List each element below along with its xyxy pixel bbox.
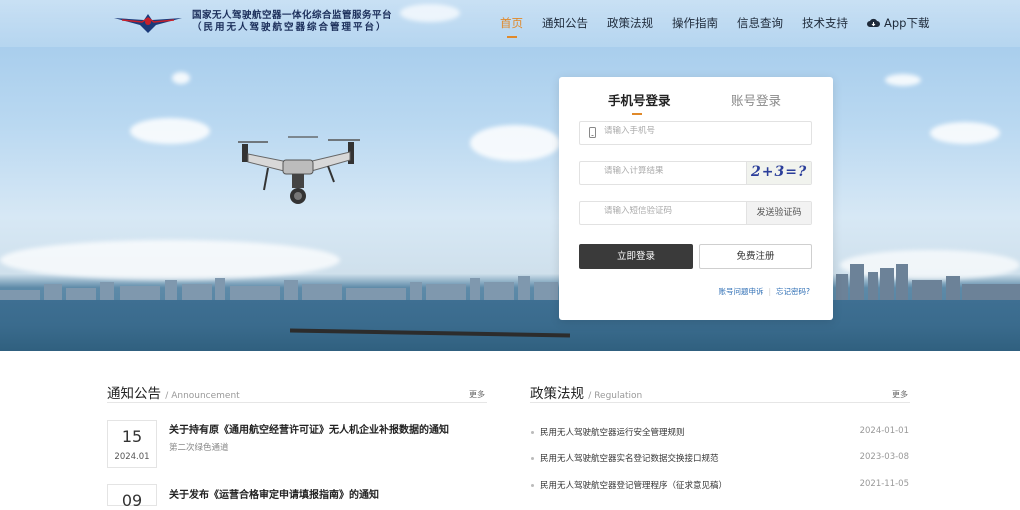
phone-input[interactable] (604, 126, 754, 136)
app-download-label: App下载 (884, 16, 930, 30)
notices-section-title: 通知公告 / Announcement (107, 382, 240, 402)
policy-title: 民用无人驾驶航空器运行安全管理规则 (540, 428, 685, 438)
notice-day: 09 (121, 491, 143, 510)
forgot-password-link[interactable]: 忘记密码? (776, 287, 810, 296)
hero-banner (0, 0, 1020, 351)
policies-section-title: 政策法规 / Regulation (530, 382, 642, 402)
notice-title-link[interactable]: 关于发布《运营合格审定申请填报指南》的通知 (169, 486, 379, 501)
tab-phone-login[interactable]: 手机号登录 (608, 90, 671, 115)
register-button[interactable]: 免费注册 (699, 244, 812, 269)
cloud (470, 125, 560, 161)
policy-date: 2024-01-01 (859, 426, 909, 436)
cloud (172, 72, 190, 84)
notice-date-box: 15 2024.01 (107, 420, 157, 468)
bullet-icon (531, 457, 534, 460)
policies-title: 政策法规 (530, 386, 584, 402)
divider (107, 402, 487, 403)
bullet-icon (531, 484, 534, 487)
drone-image (238, 136, 360, 204)
tab-account-login[interactable]: 账号登录 (731, 90, 781, 109)
mobile-phone-icon (589, 127, 596, 138)
logo-line2: （民用无人驾驶航空器综合管理平台） (192, 22, 388, 33)
divider (530, 402, 910, 403)
nav-app-download[interactable]: App下载 (867, 15, 929, 31)
site-logo[interactable]: 国家无人驾驶航空器一体化综合监管服务平台 （民用无人驾驶航空器综合管理平台） (112, 9, 392, 35)
notices-more-link[interactable]: 更多 (469, 389, 485, 400)
notices-title-en-text: Announcement (171, 391, 240, 401)
policies-title-en-text: Regulation (594, 391, 643, 401)
policy-item[interactable]: 民用无人驾驶航空器实名登记数据交换接口规范 2023-03-08 (531, 452, 909, 464)
captcha-image[interactable]: 2+3=? (746, 162, 811, 184)
calc-answer-input[interactable] (604, 166, 754, 176)
notice-year-month: 2024.01 (114, 452, 150, 462)
notices-title-en: / Announcement (165, 391, 240, 401)
policy-date: 2021-11-05 (859, 479, 909, 489)
sms-code-input[interactable] (604, 206, 754, 216)
top-header: 国家无人驾驶航空器一体化综合监管服务平台 （民用无人驾驶航空器综合管理平台） 首… (0, 0, 1020, 47)
main-nav: 首页 通知公告 政策法规 操作指南 信息查询 技术支持 App下载 (500, 15, 948, 38)
policies-more-link[interactable]: 更多 (892, 389, 908, 400)
notice-date-box: 09 (107, 484, 157, 510)
captcha-text: 2+3=? (751, 164, 808, 180)
notices-title: 通知公告 (107, 386, 161, 402)
send-code-button[interactable]: 发送验证码 (746, 202, 811, 224)
bullet-icon (531, 431, 534, 434)
cloud-download-icon (867, 18, 880, 27)
caac-emblem-icon (114, 14, 182, 33)
policy-title: 民用无人驾驶航空器登记管理程序（征求意见稿） (540, 481, 728, 491)
login-card: 手机号登录 账号登录 2+3=? 发送验证码 立即登录 免费注册 账号问题申诉 |… (559, 77, 833, 320)
notice-day: 15 (121, 427, 143, 446)
cloud (130, 118, 210, 144)
link-divider: | (768, 287, 772, 296)
nav-info-query[interactable]: 信息查询 (737, 15, 783, 31)
policies-title-en: / Regulation (588, 391, 643, 401)
policy-date: 2023-03-08 (859, 452, 909, 462)
policy-item[interactable]: 民用无人驾驶航空器运行安全管理规则 2024-01-01 (531, 426, 909, 438)
nav-notices[interactable]: 通知公告 (542, 15, 588, 31)
notice-subtitle: 第二次绿色通道 (169, 443, 229, 453)
policy-title: 民用无人驾驶航空器实名登记数据交换接口规范 (540, 454, 719, 464)
phone-field (579, 121, 812, 145)
nav-home[interactable]: 首页 (500, 15, 523, 38)
account-issue-link[interactable]: 账号问题申诉 (718, 287, 763, 296)
cloud (885, 74, 921, 86)
cloud (930, 122, 1000, 144)
policy-item[interactable]: 民用无人驾驶航空器登记管理程序（征求意见稿） 2021-11-05 (531, 479, 909, 491)
notice-title-link[interactable]: 关于持有原《通用航空经营许可证》无人机企业补报数据的通知 (169, 421, 449, 436)
sms-field: 发送验证码 (579, 201, 812, 225)
calc-field: 2+3=? (579, 161, 812, 185)
login-help-links: 账号问题申诉 | 忘记密码? (718, 286, 810, 297)
nav-guide[interactable]: 操作指南 (672, 15, 718, 31)
nav-tech-support[interactable]: 技术支持 (802, 15, 848, 31)
nav-policies[interactable]: 政策法规 (607, 15, 653, 31)
login-button[interactable]: 立即登录 (579, 244, 693, 269)
logo-text: 国家无人驾驶航空器一体化综合监管服务平台 （民用无人驾驶航空器综合管理平台） (192, 10, 392, 34)
logo-line1: 国家无人驾驶航空器一体化综合监管服务平台 (192, 10, 393, 21)
water (0, 300, 1020, 351)
